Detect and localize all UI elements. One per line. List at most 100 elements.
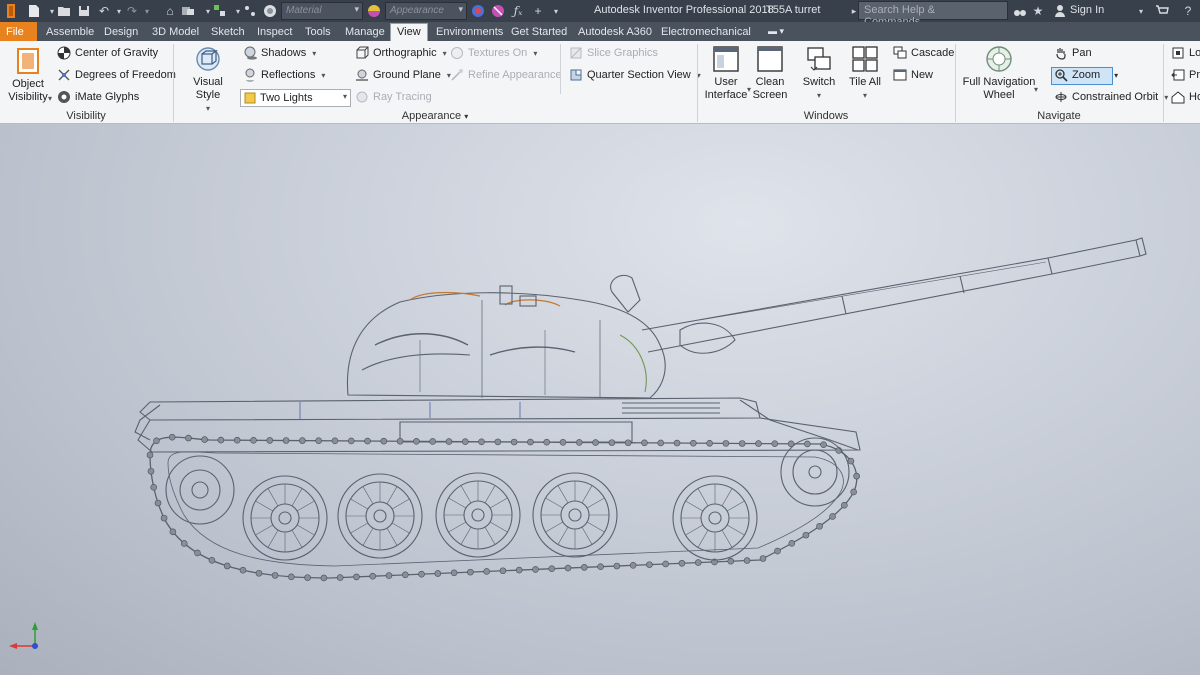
home-icon[interactable]: ⌂ [162, 3, 178, 19]
tab-get-started[interactable]: Get Started [505, 24, 573, 41]
tab-view[interactable]: View [390, 23, 428, 42]
parameters-icon[interactable]: ƒₓ [510, 3, 526, 19]
track-link [233, 436, 241, 444]
tab-design[interactable]: Design [98, 24, 144, 41]
degrees-of-freedom-button[interactable]: Degrees of Freedom [57, 68, 176, 82]
sign-in-link[interactable]: Sign In [1070, 4, 1104, 16]
full-navigation-wheel-button[interactable]: Full Navigation Wheel [962, 45, 1036, 102]
new-window-button[interactable]: New [893, 68, 933, 82]
help-icon[interactable]: ? [1180, 3, 1196, 19]
tab-assemble[interactable]: Assemble [40, 24, 100, 41]
track-link [548, 565, 556, 573]
ribbon-display-toggle-icon[interactable]: ▬ ▾ [762, 24, 790, 41]
zoom-button-content[interactable]: Zoom ▾ [1054, 68, 1118, 82]
select-icon[interactable] [212, 3, 228, 19]
user-interface-icon [713, 46, 739, 72]
shadows-button[interactable]: Shadows ▾ [243, 46, 316, 60]
track-link [804, 440, 811, 448]
cart-icon[interactable] [1154, 3, 1170, 19]
pan-button[interactable]: Pan [1054, 46, 1092, 60]
look-at-button[interactable]: Lo [1171, 46, 1200, 60]
degrees-of-freedom-label: Degrees of Freedom [75, 69, 176, 81]
track-link [755, 440, 762, 447]
customize-dropdown-icon[interactable]: ▾ [548, 3, 564, 19]
track-link [759, 555, 767, 562]
tab-inspect[interactable]: Inspect [251, 24, 298, 41]
track-link [304, 574, 311, 581]
add-icon[interactable]: + [530, 3, 546, 19]
tank-wireframe-model[interactable] [0, 124, 1200, 675]
track-link [434, 570, 442, 577]
track-link [168, 433, 176, 441]
visual-style-button[interactable]: Visual Style ▾ [180, 45, 236, 115]
tab-tools[interactable]: Tools [299, 24, 337, 41]
imate-glyphs-button[interactable]: iMate Glyphs [57, 90, 139, 104]
save-icon[interactable] [76, 3, 92, 19]
track-link [413, 438, 420, 445]
reflections-button[interactable]: Reflections ▾ [243, 68, 325, 82]
tab-manage[interactable]: Manage [339, 24, 391, 41]
cascade-icon [893, 46, 907, 59]
pan-label: Pan [1072, 47, 1092, 59]
ilogic-icon[interactable] [262, 3, 278, 19]
adjust-appearance-icon[interactable] [470, 3, 486, 19]
tab-electromechanical[interactable]: Electromechanical [655, 24, 757, 41]
tab-environments[interactable]: Environments [430, 24, 509, 41]
search-input[interactable]: Search Help & Commands... [858, 1, 1008, 28]
track-link [722, 440, 730, 447]
quarter-section-view-button[interactable]: Quarter Section View ▾ [569, 68, 701, 82]
undo-icon[interactable]: ↶ [96, 3, 112, 19]
track-link [706, 439, 713, 447]
home-view-button[interactable]: Ho [1171, 90, 1200, 104]
open-folder-icon[interactable] [56, 3, 72, 19]
orthographic-label: Orthographic [373, 47, 437, 59]
clear-appearance-icon[interactable] [490, 3, 506, 19]
quarter-section-view-label: Quarter Section View [587, 69, 691, 81]
previous-view-button[interactable]: Pre [1171, 68, 1200, 82]
full-navigation-wheel-label-l2: Wheel [983, 89, 1015, 101]
zoom-dropdown-icon[interactable]: ▾ [1114, 71, 1118, 80]
track-link [255, 569, 263, 577]
user-interface-button[interactable]: User Interface [703, 45, 749, 102]
slice-graphics-icon [570, 47, 582, 59]
object-visibility-dropdown-icon[interactable]: ▾ [48, 94, 52, 103]
lighting-style-select[interactable]: Two Lights ▾ [240, 89, 351, 107]
track-link [185, 434, 192, 442]
appearance-panel-label[interactable]: Appearance ▾ [174, 110, 696, 122]
orthographic-icon [356, 46, 369, 59]
new-file-icon[interactable] [26, 3, 42, 19]
search-binoculars-icon[interactable] [1012, 3, 1028, 19]
tab-sketch[interactable]: Sketch [205, 24, 251, 41]
track-link [299, 437, 306, 444]
redo-dropdown-icon[interactable]: ▾ [139, 3, 155, 19]
measure-icon[interactable] [242, 3, 258, 19]
tab-autodesk-a360[interactable]: Autodesk A360 [572, 24, 658, 41]
object-visibility-button[interactable]: Object Visibility [6, 47, 50, 104]
switch-window-button[interactable]: Switch ▾ [798, 45, 840, 102]
clean-screen-button[interactable]: Clean Screen [751, 45, 789, 102]
cascade-button[interactable]: Cascade [893, 46, 954, 60]
graphics-viewport[interactable] [0, 124, 1200, 675]
redo-icon[interactable]: ↷ [124, 3, 140, 19]
constrained-orbit-button[interactable]: Constrained Orbit ▾ [1054, 90, 1168, 104]
tile-all-dropdown-icon: ▾ [862, 91, 867, 100]
sign-in-dropdown-icon[interactable]: ▾ [1133, 3, 1149, 19]
panel-expand-icon: ▾ [464, 112, 469, 121]
navigation-wheel-dropdown-icon[interactable]: ▾ [1034, 85, 1038, 94]
tab-file[interactable]: File [0, 22, 37, 41]
favorites-star-icon[interactable]: ★ [1030, 3, 1046, 19]
center-of-gravity-button[interactable]: Center of Gravity [57, 46, 158, 60]
user-icon[interactable] [1052, 3, 1068, 19]
slice-graphics-button[interactable]: Slice Graphics [569, 46, 658, 60]
tab-3d-model[interactable]: 3D Model [146, 24, 205, 41]
appearance-combo[interactable]: Appearance ▾ [385, 2, 467, 20]
tile-all-button[interactable]: Tile All ▾ [845, 45, 885, 102]
inventor-logo-icon[interactable] [4, 3, 18, 19]
update-icon[interactable] [180, 3, 196, 19]
material-combo[interactable]: Material ▾ [281, 2, 363, 20]
refine-appearance-button[interactable]: Refine Appearance [450, 68, 562, 82]
textures-on-button[interactable]: Textures On ▾ [450, 46, 537, 60]
ground-plane-button[interactable]: Ground Plane ▾ [355, 68, 451, 82]
orthographic-button[interactable]: Orthographic ▾ [355, 46, 447, 60]
ray-tracing-button[interactable]: Ray Tracing [355, 90, 432, 104]
